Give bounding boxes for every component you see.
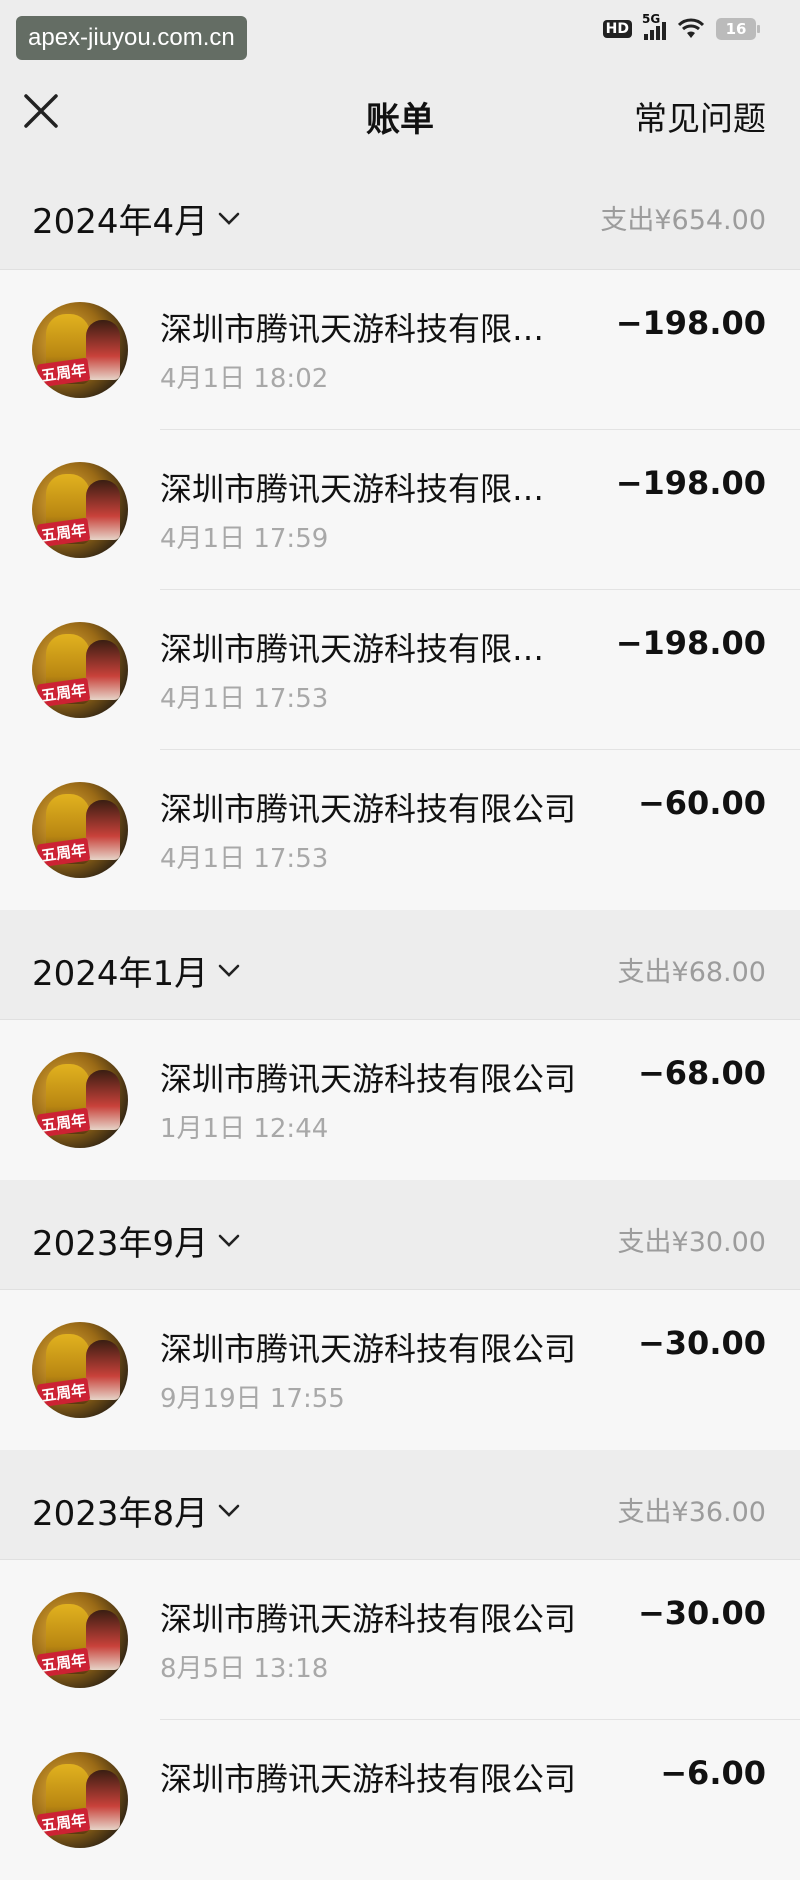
bill-item[interactable]: 五周年 深圳市腾讯天游科技有限公司 −6.00 (0, 1720, 800, 1880)
merchant-name: 深圳市腾讯天游科技有限公司 (160, 1330, 577, 1368)
bill-list: 2024年4月 支出¥654.00 五周年 深圳市腾讯天游科技有限… 4月1日 18:0… (0, 158, 800, 1880)
watermark: apex-jiuyou.com.cn (16, 16, 247, 60)
transaction-amount: −60.00 (637, 784, 766, 822)
month-summary: 支出¥654.00 (600, 205, 766, 236)
wifi-icon (677, 18, 705, 40)
transaction-time: 4月1日 17:53 (160, 684, 329, 714)
chevron-down-icon (218, 1234, 240, 1247)
merchant-name: 深圳市腾讯天游科技有限… (160, 630, 545, 668)
merchant-avatar: 五周年 (32, 1052, 128, 1148)
merchant-avatar: 五周年 (32, 1322, 128, 1418)
bill-item[interactable]: 五周年 深圳市腾讯天游科技有限公司 8月5日 13:18 −30.00 (0, 1560, 800, 1720)
month-summary: 支出¥30.00 (617, 1227, 766, 1258)
status-bar: apex-jiuyou.com.cn HD 5G 16 (0, 0, 800, 64)
month-header[interactable]: 2024年1月 支出¥68.00 (0, 910, 800, 1020)
bill-item[interactable]: 五周年 深圳市腾讯天游科技有限公司 1月1日 12:44 −68.00 (0, 1020, 800, 1180)
month-label: 2023年9月 (32, 1224, 209, 1264)
month-selector[interactable]: 2023年9月 (32, 1216, 240, 1265)
month-header[interactable]: 2023年9月 支出¥30.00 (0, 1180, 800, 1290)
bill-item[interactable]: 五周年 深圳市腾讯天游科技有限公司 9月19日 17:55 −30.00 (0, 1290, 800, 1450)
merchant-name: 深圳市腾讯天游科技有限公司 (160, 1600, 577, 1638)
bill-item[interactable]: 五周年 深圳市腾讯天游科技有限… 4月1日 18:02 −198.00 (0, 270, 800, 430)
chevron-down-icon (218, 212, 240, 225)
transaction-time: 8月5日 13:18 (160, 1654, 329, 1684)
transaction-time: 4月1日 17:59 (160, 524, 329, 554)
faq-link[interactable]: 常见问题 (634, 92, 766, 140)
transaction-time: 1月1日 12:44 (160, 1114, 329, 1144)
merchant-avatar: 五周年 (32, 302, 128, 398)
month-selector[interactable]: 2023年8月 (32, 1486, 240, 1535)
transaction-amount: −198.00 (615, 624, 766, 662)
merchant-name: 深圳市腾讯天游科技有限… (160, 470, 545, 508)
month-label: 2024年1月 (32, 954, 209, 994)
transaction-time: 9月19日 17:55 (160, 1384, 345, 1414)
transaction-amount: −30.00 (637, 1594, 766, 1632)
transaction-time: 4月1日 18:02 (160, 364, 329, 394)
month-header[interactable]: 2023年8月 支出¥36.00 (0, 1450, 800, 1560)
merchant-avatar: 五周年 (32, 462, 128, 558)
status-icons: HD 5G 16 (602, 12, 760, 40)
nav-bar: 账单 常见问题 (0, 64, 800, 158)
chevron-down-icon (218, 1504, 240, 1517)
month-summary: 支出¥36.00 (617, 1497, 766, 1528)
month-selector[interactable]: 2024年4月 (32, 194, 240, 243)
merchant-name: 深圳市腾讯天游科技有限公司 (160, 1760, 577, 1798)
hd-icon: HD (602, 20, 632, 38)
bill-item[interactable]: 五周年 深圳市腾讯天游科技有限公司 4月1日 17:53 −60.00 (0, 750, 800, 910)
month-label: 2023年8月 (32, 1494, 209, 1534)
transaction-time: 4月1日 17:53 (160, 844, 329, 874)
transaction-amount: −6.00 (660, 1754, 766, 1792)
merchant-avatar: 五周年 (32, 1592, 128, 1688)
merchant-name: 深圳市腾讯天游科技有限公司 (160, 1060, 577, 1098)
month-header[interactable]: 2024年4月 支出¥654.00 (0, 158, 800, 270)
merchant-avatar: 五周年 (32, 782, 128, 878)
battery-icon: 16 (716, 18, 760, 40)
transaction-amount: −68.00 (637, 1054, 766, 1092)
month-summary: 支出¥68.00 (617, 957, 766, 988)
signal-icon: 5G (642, 12, 666, 40)
transaction-amount: −198.00 (615, 304, 766, 342)
merchant-avatar: 五周年 (32, 1752, 128, 1848)
month-label: 2024年4月 (32, 202, 209, 242)
bill-item[interactable]: 五周年 深圳市腾讯天游科技有限… 4月1日 17:53 −198.00 (0, 590, 800, 750)
merchant-avatar: 五周年 (32, 622, 128, 718)
merchant-name: 深圳市腾讯天游科技有限… (160, 310, 545, 348)
merchant-name: 深圳市腾讯天游科技有限公司 (160, 790, 577, 828)
transaction-amount: −30.00 (637, 1324, 766, 1362)
chevron-down-icon (218, 964, 240, 977)
month-selector[interactable]: 2024年1月 (32, 946, 240, 995)
transaction-amount: −198.00 (615, 464, 766, 502)
bill-item[interactable]: 五周年 深圳市腾讯天游科技有限… 4月1日 17:59 −198.00 (0, 430, 800, 590)
